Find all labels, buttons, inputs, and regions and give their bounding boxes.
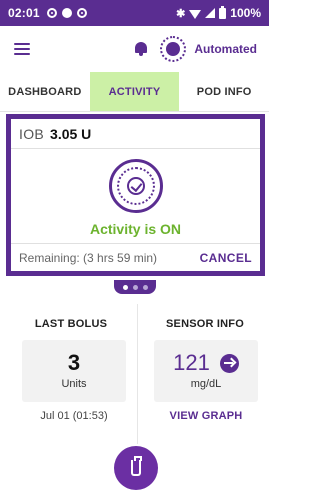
cancel-button[interactable]: CANCEL bbox=[200, 251, 252, 265]
last-bolus-title: LAST BOLUS bbox=[34, 318, 108, 330]
bell-icon[interactable] bbox=[134, 41, 148, 57]
notification-dot-icon bbox=[61, 8, 72, 18]
last-bolus-value: 3 bbox=[67, 350, 81, 375]
mode-label[interactable]: Automated bbox=[194, 42, 257, 56]
bluetooth-icon: ✱ bbox=[176, 7, 186, 20]
remaining-time: Remaining: (3 hrs 59 min) bbox=[19, 250, 158, 265]
pod-status-icon bbox=[46, 8, 57, 18]
tab-bar: DASHBOARD ACTIVITY POD INFO bbox=[0, 72, 269, 112]
page-dot-3 bbox=[142, 284, 148, 290]
last-bolus-card: 3 Units bbox=[22, 340, 126, 402]
battery-percent: 100% bbox=[230, 6, 261, 20]
tab-pod-info[interactable]: POD INFO bbox=[179, 72, 269, 111]
app-bar: Automated bbox=[0, 26, 269, 72]
sensor-unit: mg/dL bbox=[190, 378, 222, 390]
sync-icon bbox=[76, 8, 87, 18]
menu-icon[interactable] bbox=[14, 43, 30, 55]
view-graph-link[interactable]: VIEW GRAPH bbox=[154, 410, 258, 422]
sensor-info-title: SENSOR INFO bbox=[166, 318, 244, 330]
status-left-icons bbox=[46, 8, 87, 18]
status-bar: 02:01 ✱ 100% bbox=[0, 0, 269, 26]
status-time: 02:01 bbox=[8, 6, 40, 20]
sensor-value-row: 121 bbox=[154, 350, 258, 376]
panel-divider bbox=[137, 304, 138, 444]
signal-icon bbox=[205, 8, 216, 18]
activity-footer: Remaining: (3 hrs 59 min) CANCEL bbox=[11, 243, 260, 271]
sensor-info-card[interactable]: 121 mg/dL bbox=[154, 340, 258, 402]
status-right-icons: ✱ 100% bbox=[176, 5, 261, 20]
arrow-right-icon[interactable] bbox=[219, 353, 239, 373]
last-bolus-date: Jul 01 (01:53) bbox=[40, 410, 108, 422]
sensor-value: 121 bbox=[173, 350, 210, 375]
bolus-dropper-icon bbox=[131, 456, 142, 476]
tab-activity[interactable]: ACTIVITY bbox=[89, 72, 180, 111]
iob-row: IOB 3.05 U bbox=[11, 119, 260, 149]
page-dot-2 bbox=[132, 284, 138, 290]
activity-check-icon bbox=[109, 159, 163, 213]
iob-label: IOB bbox=[19, 125, 45, 142]
pod-mode-icon[interactable] bbox=[160, 36, 187, 62]
battery-icon bbox=[219, 5, 227, 19]
activity-status: Activity is ON bbox=[89, 221, 182, 237]
tab-dashboard[interactable]: DASHBOARD bbox=[0, 72, 90, 111]
last-bolus-unit: Units bbox=[61, 378, 87, 390]
bolus-button[interactable] bbox=[114, 446, 158, 490]
activity-card: IOB 3.05 U Activity is ON Remaining: (3 … bbox=[6, 114, 265, 276]
iob-value: 3.05 U bbox=[50, 125, 92, 142]
wifi-icon bbox=[189, 9, 202, 19]
page-dot-1 bbox=[122, 284, 128, 290]
page-indicator[interactable] bbox=[114, 280, 156, 294]
